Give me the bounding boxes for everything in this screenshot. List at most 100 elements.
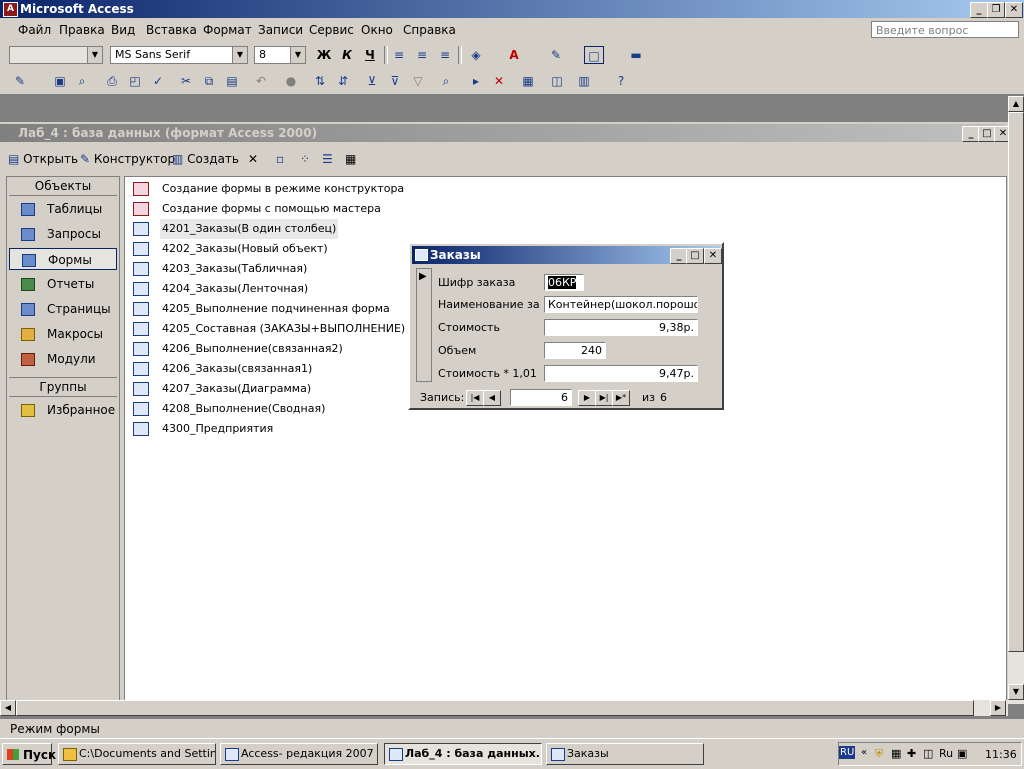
start-button[interactable]: Пуск [2,743,56,765]
tray-language-icon[interactable]: Ru [939,747,953,760]
next-record-button[interactable]: ▶ [578,390,596,406]
insert-object-icon[interactable]: ● [281,72,301,90]
sort-descending-icon[interactable]: ⇵ [333,72,353,90]
scroll-right-icon[interactable]: ▶ [990,700,1006,716]
save-icon[interactable]: ▣ [50,72,70,90]
network-icon[interactable]: ▦ [891,747,901,760]
first-record-button[interactable]: |◀ [466,390,484,406]
scroll-thumb[interactable] [1008,112,1024,652]
scroll-thumb[interactable] [16,700,974,716]
design-view-icon[interactable]: ✎ [10,72,30,90]
sidebar-item-pages[interactable]: Страницы [9,298,117,320]
menu-tools[interactable]: Сервис [309,23,354,37]
sidebar-item-reports[interactable]: Отчеты [9,273,117,295]
cost-calc-field[interactable]: 9,47р. [544,365,698,382]
filter-selection-icon[interactable]: ⊻ [362,72,382,90]
shield-icon[interactable]: ⛨ [875,747,883,761]
border-style-icon[interactable]: □ [584,46,604,64]
apply-filter-icon[interactable]: ▽ [408,72,428,90]
spelling-icon[interactable]: ✓ [148,72,168,90]
scroll-up-icon[interactable]: ▲ [1008,96,1024,112]
form-close-button[interactable]: ✕ [704,248,722,264]
details-view-icon[interactable]: ▦ [345,152,356,166]
record-selector[interactable]: ▶ [416,268,432,382]
cut-icon[interactable]: ✂ [176,72,196,90]
copy-icon[interactable]: ⧉ [199,72,219,90]
fill-color-icon[interactable]: ◈ [466,46,486,64]
objects-header[interactable]: Объекты [9,177,117,196]
file-search-icon[interactable]: ⌕ [72,72,92,90]
record-number-input[interactable]: 6 [510,389,572,406]
last-record-button[interactable]: ▶| [595,390,613,406]
print-preview-icon[interactable]: ◰ [125,72,145,90]
minimize-button[interactable]: _ [970,2,988,18]
italic-button[interactable]: К [337,46,357,64]
restore-button[interactable]: ❐ [987,2,1005,18]
delete-icon[interactable]: ✕ [248,152,258,166]
groups-header[interactable]: Группы [9,377,117,397]
new-object-icon[interactable]: ▥ [574,72,594,90]
sidebar-item-forms[interactable]: Формы [9,248,117,270]
sidebar-item-favorites[interactable]: Избранное [9,399,117,421]
small-icons-icon[interactable]: ⁘ [300,152,310,166]
print-icon[interactable]: ⎙ [102,72,122,90]
object-combo[interactable]: ▼ [9,46,103,64]
task-orders-form[interactable]: Заказы [546,743,704,765]
create-button[interactable]: ▥ Создать [172,152,239,166]
order-code-field[interactable]: 06КР [544,274,584,291]
large-icons-icon[interactable]: ▫ [276,152,284,166]
new-record-icon[interactable]: ▸ [466,72,486,90]
database-window-icon[interactable]: ◫ [547,72,567,90]
paste-icon[interactable]: ▤ [222,72,242,90]
menu-window[interactable]: Окно [361,23,393,37]
font-color-icon[interactable]: A [504,46,524,64]
undo-icon[interactable]: ↶ [251,72,271,90]
monitor-icon[interactable]: ▣ [957,747,967,760]
align-right-icon[interactable]: ≡ [435,46,455,64]
line-color-icon[interactable]: ✎ [546,46,566,64]
scroll-left-icon[interactable]: ◀ [0,700,16,716]
underline-button[interactable]: Ч [360,46,380,64]
tool-icon[interactable]: ✚ [907,747,916,760]
sidebar-item-modules[interactable]: Модули [9,348,117,370]
font-combo[interactable]: MS Sans Serif ▼ [110,46,248,64]
item-name-field[interactable]: Контейнер(шокол.порошок) [544,296,698,313]
chevron-left-icon[interactable]: « [861,747,867,758]
menu-edit[interactable]: Правка [59,23,105,37]
open-button[interactable]: ▤ Открыть [8,152,78,166]
close-button[interactable]: ✕ [1005,2,1023,18]
delete-record-icon[interactable]: ✕ [489,72,509,90]
sidebar-item-tables[interactable]: Таблицы [9,198,117,220]
menu-format[interactable]: Формат [203,23,252,37]
filter-form-icon[interactable]: ⊽ [385,72,405,90]
font-size-combo[interactable]: 8 ▼ [254,46,306,64]
sidebar-item-queries[interactable]: Запросы [9,223,117,245]
find-icon[interactable]: ⌕ [436,72,456,90]
task-database[interactable]: Лаб_4 : база данных... [384,743,542,765]
sidebar-item-macros[interactable]: Макросы [9,323,117,345]
vertical-scrollbar[interactable]: ▲ ▼ [1008,96,1024,704]
new-record-button[interactable]: ▶* [612,390,630,406]
volume-field[interactable]: 240 [544,342,606,359]
design-button[interactable]: ✎ Конструктор [80,152,175,166]
volume-icon[interactable]: ◫ [923,747,933,760]
form-maximize-button[interactable]: □ [686,248,704,264]
cost-field[interactable]: 9,38р. [544,319,698,336]
menu-view[interactable]: Вид [111,23,135,37]
database-window-titlebar[interactable]: Лаб_4 : база данных (формат Access 2000)… [0,124,1012,142]
line-width-icon[interactable]: ▬ [626,46,646,64]
language-indicator[interactable]: RU [839,746,856,759]
menu-insert[interactable]: Вставка [146,23,197,37]
menu-file[interactable]: Файл [18,23,51,37]
form-titlebar[interactable]: Заказы _ □ ✕ [412,246,722,264]
previous-record-button[interactable]: ◀ [483,390,501,406]
sort-ascending-icon[interactable]: ⇅ [310,72,330,90]
task-explorer[interactable]: C:\Documents and Settin... [58,743,216,765]
scroll-down-icon[interactable]: ▼ [1008,684,1024,700]
list-view-icon[interactable]: ☰ [322,152,333,166]
align-center-icon[interactable]: ≡ [412,46,432,64]
bold-button[interactable]: Ж [314,46,334,64]
horizontal-scrollbar[interactable]: ◀ ▶ [0,700,1008,716]
properties-icon[interactable]: ▦ [518,72,538,90]
task-word[interactable]: Access- редакция 2007 ... [220,743,378,765]
